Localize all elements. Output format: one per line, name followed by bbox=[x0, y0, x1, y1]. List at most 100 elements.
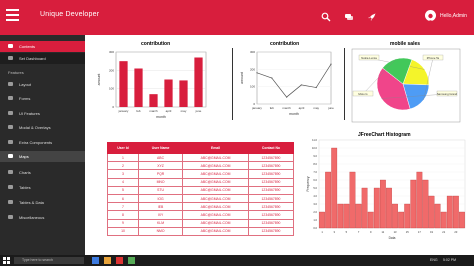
x-tick-label: 21 bbox=[442, 230, 445, 234]
divider bbox=[232, 48, 233, 120]
table-cell: ABC@GMAIL.COM bbox=[182, 193, 249, 204]
table-row[interactable]: 2 XYZ ABC@GMAIL.COM 1234567890 bbox=[107, 161, 295, 171]
hamburger-menu-icon[interactable] bbox=[6, 9, 19, 21]
table-row[interactable]: 8 IXY ABC@GMAIL.COM 1234567890 bbox=[107, 210, 295, 220]
histogram-bar bbox=[319, 211, 325, 229]
table-cell: XYZ bbox=[137, 161, 184, 171]
sidebar-item-label: Charts bbox=[19, 170, 31, 175]
table-cell: NMO bbox=[137, 226, 184, 236]
x-tick-label: 11 bbox=[382, 230, 385, 234]
taskbar-app-icon[interactable] bbox=[92, 257, 99, 264]
sidebar-item-set-dashboard[interactable]: Set Dashboard bbox=[0, 53, 85, 64]
x-tick-label: march bbox=[149, 109, 158, 113]
y-tick-label: 100 bbox=[109, 87, 114, 91]
y-tick-label: 4.0 bbox=[313, 194, 317, 198]
histogram-bar bbox=[434, 203, 441, 229]
sidebar-item-layout[interactable]: Layout bbox=[0, 79, 85, 90]
histogram-bar bbox=[349, 171, 356, 229]
y-tick-label: 1.0 bbox=[313, 218, 317, 222]
pie-chart-mobile-sales: Nokia Lumia iPhone 5s Samsung Grand Moto G bbox=[351, 48, 461, 123]
form-icon bbox=[8, 96, 13, 100]
y-axis-label: amount bbox=[240, 72, 244, 84]
x-tick-label: march bbox=[282, 106, 291, 110]
table-cell: IOG bbox=[137, 193, 184, 204]
x-tick-label: 5 bbox=[346, 230, 348, 234]
rocket-icon[interactable] bbox=[367, 12, 377, 22]
chat-icon[interactable] bbox=[344, 12, 354, 22]
x-tick-label: 19 bbox=[430, 230, 433, 234]
ui-icon bbox=[8, 111, 13, 115]
table-cell: 1234567890 bbox=[247, 193, 295, 204]
table-cell: ABC@GMAIL.COM bbox=[182, 152, 249, 163]
x-tick-label: 3 bbox=[333, 230, 335, 234]
table-row[interactable]: 1 ABC ABC@GMAIL.COM 1234567890 bbox=[107, 152, 295, 163]
table-row[interactable]: 4 MNO ABC@GMAIL.COM 1234567890 bbox=[107, 177, 295, 187]
histogram-bar bbox=[398, 211, 405, 229]
y-tick-label: 3.0 bbox=[313, 202, 317, 206]
table-cell: MNO bbox=[137, 177, 184, 187]
sidebar: Contents Set Dashboard Features Layout F… bbox=[0, 35, 85, 255]
search-icon[interactable] bbox=[321, 12, 331, 22]
table-row[interactable]: 7 IEB ABC@GMAIL.COM 1234567890 bbox=[107, 202, 295, 212]
column-header[interactable]: Contact No bbox=[247, 142, 295, 154]
histogram-chart: 0.01.02.03.04.05.06.07.08.09.010.011.01 3… bbox=[306, 138, 466, 240]
histogram-bar bbox=[459, 211, 465, 229]
bar bbox=[164, 79, 173, 107]
avatar[interactable] bbox=[425, 10, 436, 21]
sidebar-item-tables[interactable]: Tables bbox=[0, 182, 85, 193]
sidebar-item-maps[interactable]: Maps bbox=[0, 151, 85, 162]
y-tick-label: 9.0 bbox=[313, 154, 317, 158]
sidebar-item-label: Contents bbox=[19, 44, 36, 49]
table-row[interactable]: 3 PQR ABC@GMAIL.COM 1234567890 bbox=[107, 169, 295, 179]
table-header-row: User Id User Name Email Contact No bbox=[107, 142, 295, 154]
table-cell: 8 bbox=[107, 210, 139, 220]
taskbar-search-input[interactable]: Type here to search bbox=[14, 257, 84, 264]
y-tick-label: 7.0 bbox=[313, 170, 317, 174]
sidebar-item-extra-components[interactable]: Extra Components bbox=[0, 137, 85, 148]
bar bbox=[194, 57, 203, 107]
users-table: User Id User Name Email Contact No 1 ABC A… bbox=[107, 142, 295, 236]
sidebar-item-label: Set Dashboard bbox=[19, 56, 46, 61]
y-axis-label: Frequency bbox=[306, 176, 310, 191]
taskbar-app-icon[interactable] bbox=[128, 257, 135, 264]
y-tick-label: 300 bbox=[109, 50, 114, 54]
tray-language[interactable]: ENG bbox=[430, 258, 438, 262]
column-header[interactable]: User Id bbox=[107, 142, 139, 154]
x-tick-label: april bbox=[166, 109, 172, 113]
histogram-bar bbox=[422, 179, 429, 229]
plot-area bbox=[256, 51, 332, 105]
windows-start-icon[interactable] bbox=[3, 257, 10, 264]
table-cell: IEB bbox=[137, 202, 184, 212]
taskbar-app-icon[interactable] bbox=[116, 257, 123, 264]
sidebar-item-modal-overlays[interactable]: Modal & Overlays bbox=[0, 122, 85, 133]
column-header[interactable]: User Name bbox=[137, 142, 184, 154]
table-row[interactable]: 10 NMO ABC@GMAIL.COM 1234567890 bbox=[107, 226, 295, 236]
column-header[interactable]: Email bbox=[182, 142, 249, 154]
sidebar-item-charts[interactable]: Charts bbox=[0, 167, 85, 178]
histogram-bar bbox=[404, 203, 411, 229]
sidebar-item-label: UI Features bbox=[19, 111, 40, 116]
x-tick-label: april bbox=[299, 106, 305, 110]
tray-clock[interactable]: 5:02 PM bbox=[443, 258, 456, 262]
table-row[interactable]: 5 STU ABC@GMAIL.COM 1234567890 bbox=[107, 185, 295, 195]
chart-title: contribution bbox=[270, 41, 300, 47]
sidebar-item-miscellaneous[interactable]: Miscellaneous bbox=[0, 212, 85, 223]
table-cell: 2 bbox=[107, 161, 139, 171]
modal-icon bbox=[8, 125, 13, 129]
table-cell: 3 bbox=[107, 169, 139, 179]
table-cell: ABC@GMAIL.COM bbox=[182, 185, 249, 195]
sidebar-item-forms[interactable]: Forms bbox=[0, 93, 85, 104]
misc-icon bbox=[8, 215, 13, 219]
bar-chart-contribution: 0 100 200 300 january feb march april may june mon… bbox=[97, 50, 207, 119]
histogram-bar bbox=[331, 147, 338, 229]
sidebar-item-tables-data[interactable]: Tables & Data bbox=[0, 197, 85, 208]
table-cell: 10 bbox=[107, 226, 139, 236]
sidebar-item-contents[interactable]: Contents bbox=[0, 41, 85, 52]
y-tick-label: 5.0 bbox=[313, 186, 317, 190]
taskbar-folder-icon[interactable] bbox=[104, 257, 111, 264]
histogram-bar bbox=[355, 203, 362, 229]
table-row[interactable]: 6 IOG ABC@GMAIL.COM 1234567890 bbox=[107, 193, 295, 204]
table-row[interactable]: 9 KLM ABC@GMAIL.COM 1234567890 bbox=[107, 218, 295, 228]
sidebar-item-ui-features[interactable]: UI Features bbox=[0, 108, 85, 119]
table-cell: IXY bbox=[137, 210, 184, 220]
